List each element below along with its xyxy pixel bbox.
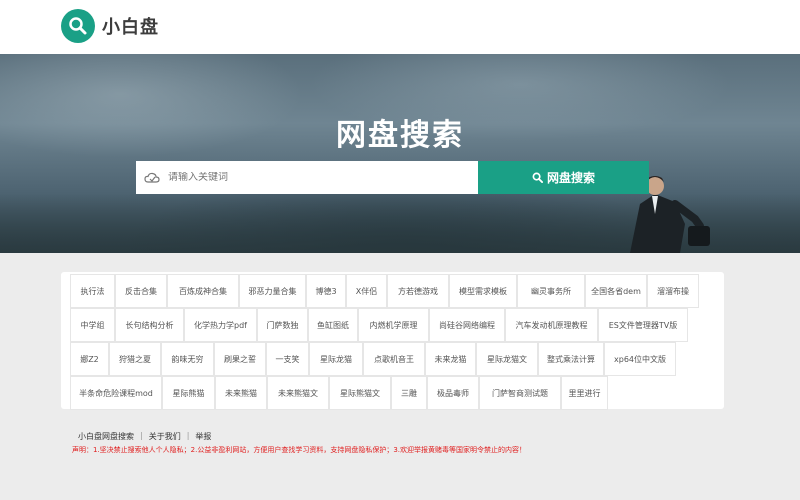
hero-banner: 网盘搜索 网盘搜索: [0, 54, 800, 253]
tag-item[interactable]: 狩猎之夏: [109, 342, 161, 376]
search-button[interactable]: 网盘搜索: [478, 161, 649, 194]
hero-title: 网盘搜索: [336, 118, 464, 153]
tag-item[interactable]: 极品毒师: [427, 376, 479, 410]
tag-item[interactable]: 未来龙猫: [425, 342, 476, 376]
tag-item[interactable]: 反击合集: [115, 274, 167, 308]
tag-item[interactable]: 门萨智商测试题: [479, 376, 561, 410]
tag-item[interactable]: 尚硅谷网络编程: [429, 308, 505, 342]
tag-item[interactable]: 整式乘法计算: [538, 342, 604, 376]
tag-item[interactable]: 长句结构分析: [115, 308, 184, 342]
search-box: [136, 161, 478, 194]
tag-item[interactable]: 一支笑: [266, 342, 309, 376]
tag-item[interactable]: ES文件管理器TV版: [598, 308, 688, 342]
tag-item[interactable]: 韵味无穷: [161, 342, 214, 376]
footer-link-about[interactable]: 关于我们: [149, 431, 181, 442]
tag-item[interactable]: 模型需求模板: [449, 274, 517, 308]
logo-search-icon: [61, 9, 95, 43]
tag-item[interactable]: 汽车发动机原理教程: [505, 308, 598, 342]
tag-item[interactable]: 星际龙猫: [309, 342, 363, 376]
tag-item[interactable]: 博德3: [306, 274, 346, 308]
footer-separator: |: [140, 431, 143, 440]
tag-item[interactable]: 刷果之誓: [214, 342, 266, 376]
site-header: 小白盘: [0, 0, 800, 54]
search-icon: [532, 172, 543, 183]
tag-item[interactable]: 全国各省dem: [585, 274, 647, 308]
tag-item[interactable]: 未来熊猫文: [267, 376, 329, 410]
tag-item[interactable]: 内燃机学原理: [358, 308, 429, 342]
tag-item[interactable]: xp64位中文版: [604, 342, 676, 376]
footer-link-report[interactable]: 举报: [195, 431, 211, 442]
tag-item[interactable]: 方若德游戏: [387, 274, 449, 308]
footer-links: 小白盘网盘搜索 | 关于我们 | 举报: [78, 431, 211, 442]
tag-item[interactable]: 溜溜布操: [647, 274, 699, 308]
logo-text: 小白盘: [102, 17, 159, 38]
tag-item[interactable]: 娜Z2: [70, 342, 109, 376]
tag-item[interactable]: 星际熊猫文: [329, 376, 391, 410]
tag-item[interactable]: 化学热力学pdf: [184, 308, 257, 342]
tag-item[interactable]: 里里进行: [561, 376, 608, 410]
footer-separator: |: [186, 431, 190, 440]
tag-item[interactable]: 幽灵事务所: [517, 274, 585, 308]
site-logo[interactable]: 小白盘: [61, 9, 159, 43]
tag-item[interactable]: 鱼缸图纸: [308, 308, 358, 342]
tag-item[interactable]: X伴侣: [346, 274, 387, 308]
hot-tags-panel: 执行法 反击合集 百炼成神合集 邪恶力量合集 博德3 X伴侣 方若德游戏 模型需…: [61, 272, 724, 410]
tag-item[interactable]: 百炼成神合集: [167, 274, 239, 308]
cloud-icon: [144, 171, 160, 185]
tag-item[interactable]: 邪恶力量合集: [239, 274, 306, 308]
tag-item[interactable]: 中学组: [70, 308, 115, 342]
tag-item[interactable]: 星际熊猫: [162, 376, 215, 410]
legal-notice: 声明：1.坚决禁止搜索他人个人隐私；2.公益非盈利网站，方便用户查找学习资料，支…: [72, 446, 527, 454]
tag-item[interactable]: 执行法: [70, 274, 115, 308]
tag-item[interactable]: 星际龙猫文: [476, 342, 538, 376]
footer-link-home[interactable]: 小白盘网盘搜索: [78, 431, 134, 442]
tag-item[interactable]: 点歌机音王: [363, 342, 425, 376]
tag-item[interactable]: 门萨数独: [257, 308, 308, 342]
tag-item[interactable]: 三雕: [391, 376, 427, 410]
tag-item[interactable]: 未来熊猫: [215, 376, 267, 410]
search-button-label: 网盘搜索: [546, 171, 595, 185]
search-input[interactable]: [168, 172, 448, 183]
tag-item[interactable]: 半条命危险课程mod: [70, 376, 162, 410]
